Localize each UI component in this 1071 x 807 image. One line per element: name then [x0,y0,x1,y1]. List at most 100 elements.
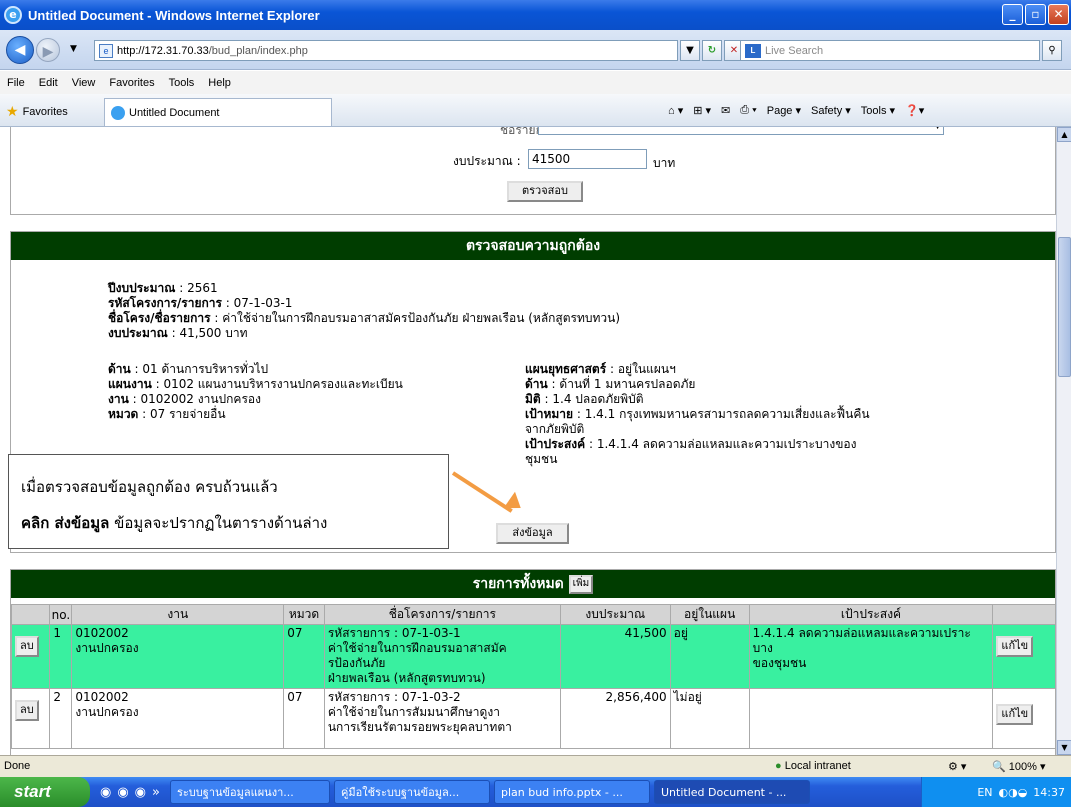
add-button[interactable]: เพิ่ม [568,574,594,594]
edit-button[interactable]: แก้ไข [996,704,1034,725]
safety-menu[interactable]: Safety ▾ [811,104,851,117]
url-input[interactable]: e http://172.31.70.33/bud_plan/index.php [94,40,678,61]
chevron-down-icon: ▼ [934,127,941,135]
target-line: เป้าหมาย : 1.4.1 กรุงเทพมหานครสามารถลดคว… [525,407,870,421]
col-budget: งบประมาณ [559,604,671,625]
scroll-down-icon[interactable]: ▼ [1057,740,1071,755]
menu-bar: File Edit View Favorites Tools Help [0,71,1071,94]
taskbar-item-word[interactable]: คู่มือใช้ระบบฐานข้อมูล... [333,780,490,804]
row-name: รหัสรายการ : 07-1-03-2 ค่าใช้จ่ายในการสัม… [323,688,561,749]
menu-view[interactable]: View [65,77,103,89]
callout-line-1: เมื่อตรวจสอบข้อมูลถูกต้อง ครบถ้วนแล้ว [21,478,278,496]
row-budget: 41,500 [559,624,671,689]
print-icon[interactable]: ⎙ ▾ [740,104,756,117]
clock: 14:37 [1033,785,1065,799]
items-table: no. งาน หมวด ชื่อโครงการ/รายการ งบประมาณ… [10,604,1056,749]
budget-label: งบประมาณ : [453,154,521,168]
start-button[interactable]: start [0,777,90,807]
taskbar-item-folder[interactable]: ระบบฐานข้อมูลแผนงา... [169,780,330,804]
protected-mode-icon[interactable]: ⚙ ▾ [948,760,966,773]
ie-tab-icon [111,105,125,120]
page-content: ชื่อรายการ : ▼ งบประมาณ : 41500 บาท ตรวจ… [0,127,1056,755]
target-line-2: จากภัยพิบัติ [525,422,585,436]
favorites-button[interactable]: ★ Favorites [6,103,68,120]
col-category: หมวด [283,604,325,625]
tray-icons[interactable]: ◐◑◒ [999,786,1028,799]
tab-untitled-document[interactable]: Untitled Document [104,98,332,126]
row-inplan: ไม่อยู่ [669,688,750,749]
vertical-scrollbar[interactable]: ▲ ▼ [1056,127,1071,755]
menu-help[interactable]: Help [201,77,238,89]
row-work: 0102002 งานปกครอง [71,688,285,749]
close-button[interactable]: ✕ [1048,4,1069,25]
help-icon[interactable]: ❓▾ [905,104,924,117]
page-menu[interactable]: Page ▾ [767,104,801,117]
delete-button[interactable]: ลบ [15,700,39,721]
maximize-button[interactable]: ▫ [1025,4,1046,25]
scroll-thumb[interactable] [1058,237,1071,377]
menu-favorites[interactable]: Favorites [102,77,161,89]
globe-icon: ● [775,760,782,772]
col-name: ชื่อโครงการ/รายการ [323,604,561,625]
forward-button[interactable]: ▶ [36,38,60,62]
row-work: 0102002 งานปกครอง [71,624,285,689]
year-line: ปีงบประมาณ : 2561 [108,281,218,295]
budget-line: งบประมาณ : 41,500 บาท [108,326,248,340]
edit-button[interactable]: แก้ไข [996,636,1034,657]
page-icon: e [99,43,113,58]
quick-launch[interactable]: ◉◉◉» [100,785,166,800]
status-bar: Done ● Local intranet ⚙ ▾ 🔍 100% ▾ [0,755,1071,777]
zoom-control[interactable]: 🔍 100% ▾ [992,760,1045,773]
menu-file[interactable]: File [0,77,32,89]
favorites-bar: ★ Favorites Untitled Document ⌂ ▾ ⊞ ▾ ✉ … [0,94,1071,127]
work-line: งาน : 0102002 งานปกครอง [108,392,261,406]
address-bar: ◀ ▶ ▼ e http://172.31.70.33/bud_plan/ind… [0,30,1071,70]
verify-header: ตรวจสอบความถูกต้อง [11,232,1055,260]
send-button[interactable]: ส่งข้อมูล [496,523,569,544]
col-inplan: อยู่ในแผน [669,604,750,625]
ie-icon: e [4,6,22,24]
side-line: ด้าน : 01 ด้านการบริหารทั่วไป [108,362,269,376]
history-dropdown-icon[interactable]: ▼ [70,44,77,54]
row-budget: 2,856,400 [559,688,671,749]
row-category: 07 [283,624,325,689]
tools-menu[interactable]: Tools ▾ [861,104,895,117]
search-button[interactable]: ⚲ [1042,40,1062,61]
budget-input[interactable]: 41500 [528,149,647,169]
callout-line-2: คลิก ส่งข้อมูล ข้อมูลจะปรากฏในตารางด้านล… [21,514,328,532]
category-line: หมวด : 07 รายจ่ายอื่น [108,407,226,421]
url-dropdown-button[interactable]: ▼ [680,40,700,61]
search-input[interactable]: L Live Search [740,40,1040,61]
table-row: ลบ 1 0102002 งานปกครอง 07 รหัสรายการ : 07… [10,624,1056,689]
back-button[interactable]: ◀ [6,36,34,64]
strategy-line: แผนยุทธศาสตร์ : อยู่ในแผนฯ [525,362,676,376]
live-search-icon: L [745,43,761,58]
scroll-up-icon[interactable]: ▲ [1057,127,1071,142]
minimize-button[interactable]: _ [1002,4,1023,25]
row-purpose [748,688,994,749]
check-button[interactable]: ตรวจสอบ [507,181,583,202]
table-row: ลบ 2 0102002 งานปกครอง 07 รหัสรายการ : 07… [10,688,1056,749]
taskbar-item-ie[interactable]: Untitled Document - ... [653,780,810,804]
purpose-line: เป้าประสงค์ : 1.4.1.4 ลดความล่อแหลมและคว… [525,437,857,451]
taskbar-item-powerpoint[interactable]: plan bud info.pptx - ... [493,780,650,804]
code-line: รหัสโครงการ/รายการ : 07-1-03-1 [108,296,293,310]
item-select[interactable]: ▼ [538,127,944,135]
menu-edit[interactable]: Edit [32,77,65,89]
mail-icon[interactable]: ✉ [721,104,730,117]
feeds-icon[interactable]: ⊞ ▾ [693,104,711,117]
plan-line: แผนงาน : 0102 แผนงานบริหารงานปกครองและทะ… [108,377,403,391]
row-name: รหัสรายการ : 07-1-03-1 ค่าใช้จ่ายในการฝึก… [323,624,561,689]
window-title: Untitled Document - Windows Internet Exp… [28,7,320,23]
dimension-line: ด้าน : ด้านที่ 1 มหานครปลอดภัย [525,377,696,391]
row-purpose: 1.4.1.4 ลดความล่อแหลมและความเปราะบาง ของช… [748,624,994,689]
zone-indicator: ● Local intranet [775,760,851,772]
status-text: Done [4,760,31,772]
delete-button[interactable]: ลบ [15,636,39,657]
menu-tools[interactable]: Tools [162,77,202,89]
list-header: รายการทั้งหมด เพิ่ม [11,570,1055,598]
col-no: no. [49,604,73,625]
home-icon[interactable]: ⌂ ▾ [668,104,683,117]
language-indicator[interactable]: EN [977,786,992,799]
refresh-button[interactable]: ↻ [702,40,722,61]
